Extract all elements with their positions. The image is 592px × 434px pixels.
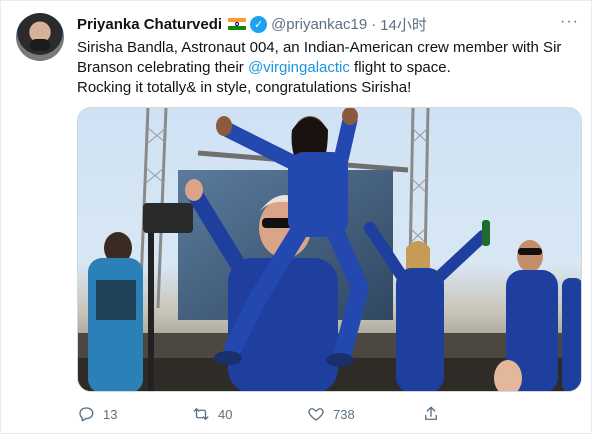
like-button[interactable]: 738 xyxy=(307,405,422,423)
tweet-text-segment: flight to space. xyxy=(349,59,451,76)
heart-icon xyxy=(308,408,324,421)
reply-icon xyxy=(79,407,94,422)
mention-link[interactable]: @virgingalactic xyxy=(248,59,350,76)
tweet-actions: 13 40 738 xyxy=(77,402,537,426)
more-options-icon[interactable]: ··· xyxy=(560,13,579,31)
retweet-icon xyxy=(193,408,209,420)
tweet-card[interactable]: Priyanka Chaturvedi ✓ @priyankac19 · 14小… xyxy=(0,0,592,434)
tweet-media-image[interactable] xyxy=(77,107,582,392)
tweet-text-line: Branson celebrating their @virgingalacti… xyxy=(77,58,582,78)
tweet-text-line: Sirisha Bandla, Astronaut 004, an Indian… xyxy=(77,39,562,56)
reply-button[interactable]: 13 xyxy=(77,405,192,423)
avatar[interactable] xyxy=(16,13,64,61)
user-handle[interactable]: @priyankac19 xyxy=(271,16,367,33)
separator-dot: · xyxy=(371,15,377,33)
retweet-button[interactable]: 40 xyxy=(192,405,307,423)
india-flag-icon xyxy=(228,18,247,30)
display-name[interactable]: Priyanka Chaturvedi xyxy=(77,16,222,33)
share-button[interactable] xyxy=(422,405,537,423)
like-count: 738 xyxy=(333,406,355,422)
tweet-timestamp[interactable]: 14小时 xyxy=(380,14,427,35)
tweet-header: Priyanka Chaturvedi ✓ @priyankac19 · 14小… xyxy=(77,13,579,35)
tweet-text-segment: Branson celebrating their xyxy=(77,59,248,76)
tweet-text-line: Rocking it totally& in style, congratula… xyxy=(77,79,412,96)
verified-icon: ✓ xyxy=(250,15,268,33)
media-illustration xyxy=(78,108,581,391)
reply-count: 13 xyxy=(103,406,118,422)
tweet-text: Sirisha Bandla, Astronaut 004, an Indian… xyxy=(77,38,582,98)
avatar-mask-shape xyxy=(30,39,50,51)
retweet-count: 40 xyxy=(218,406,233,422)
share-icon xyxy=(425,406,437,420)
